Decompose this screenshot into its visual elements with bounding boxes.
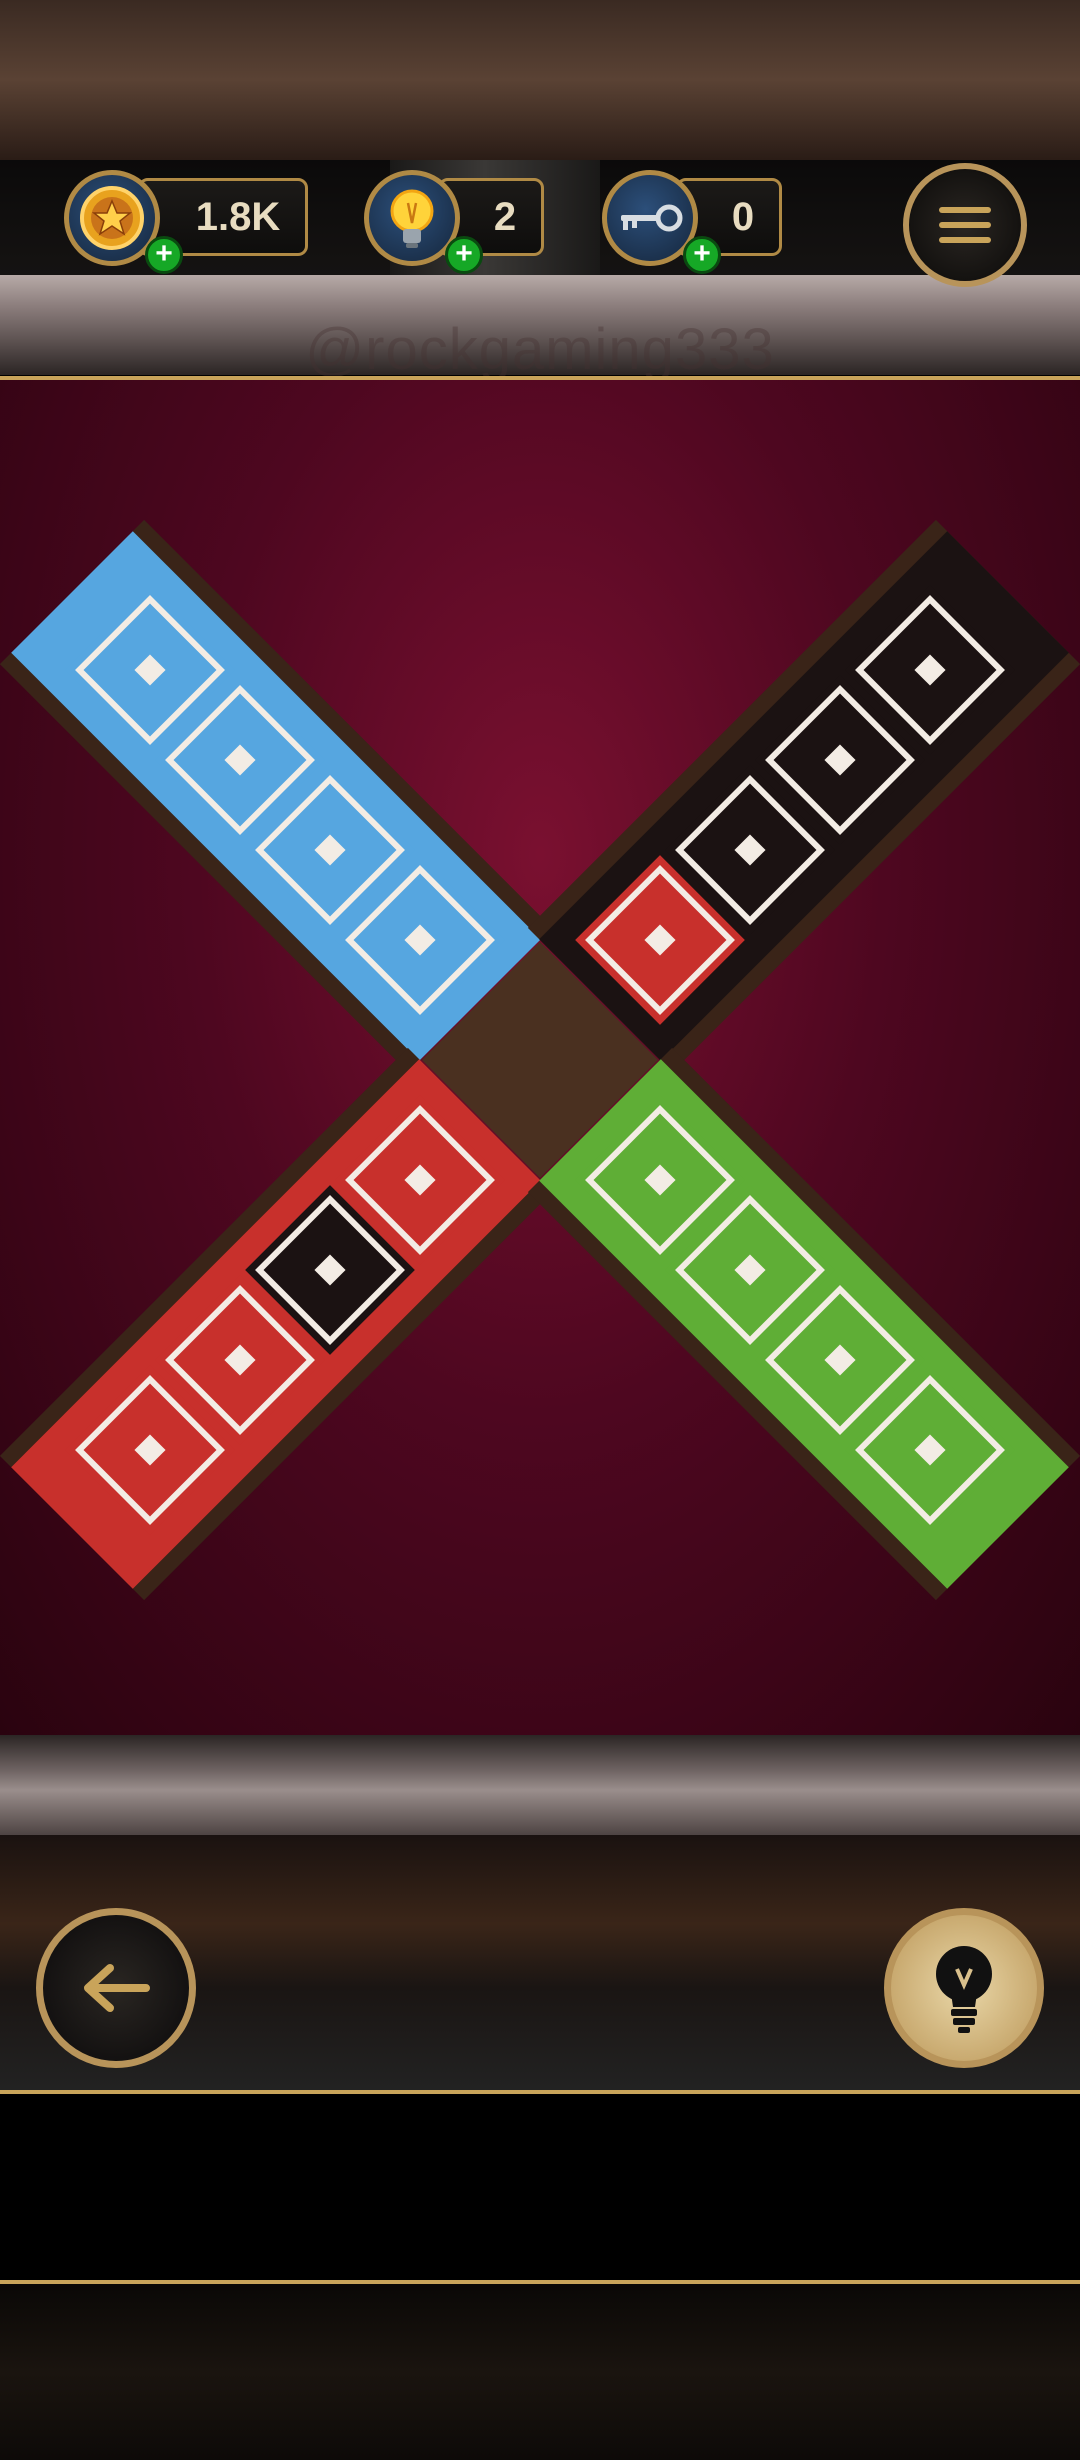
key-icon [621, 204, 683, 232]
add-coins-button[interactable]: + [145, 236, 183, 274]
bottom-rail [0, 1735, 1080, 1835]
x-shaped-board [0, 519, 1080, 1601]
hint-count: 2 [493, 194, 517, 239]
lightbulb-icon [936, 1946, 992, 2033]
lightbulb-icon [390, 189, 434, 248]
add-keys-button[interactable]: + [683, 236, 721, 274]
arrow-left-icon [84, 1964, 150, 2012]
bottom-background [0, 2284, 1080, 2460]
top-background [0, 0, 1080, 160]
add-hints-button[interactable]: + [445, 236, 483, 274]
bottom-panel [0, 2094, 1080, 2280]
hamburger-menu-icon-bar [939, 222, 991, 228]
back-button[interactable] [36, 1908, 196, 2068]
key-count: 0 [731, 194, 755, 239]
menu-button[interactable] [903, 163, 1027, 287]
hamburger-menu-icon-bar [939, 237, 991, 243]
hint-button[interactable] [884, 1908, 1044, 2068]
coin-count: 1.8K [195, 194, 281, 239]
star-coin-icon [80, 186, 144, 250]
hamburger-menu-icon [939, 207, 991, 213]
watermark: @rockgaming333 [305, 317, 775, 382]
